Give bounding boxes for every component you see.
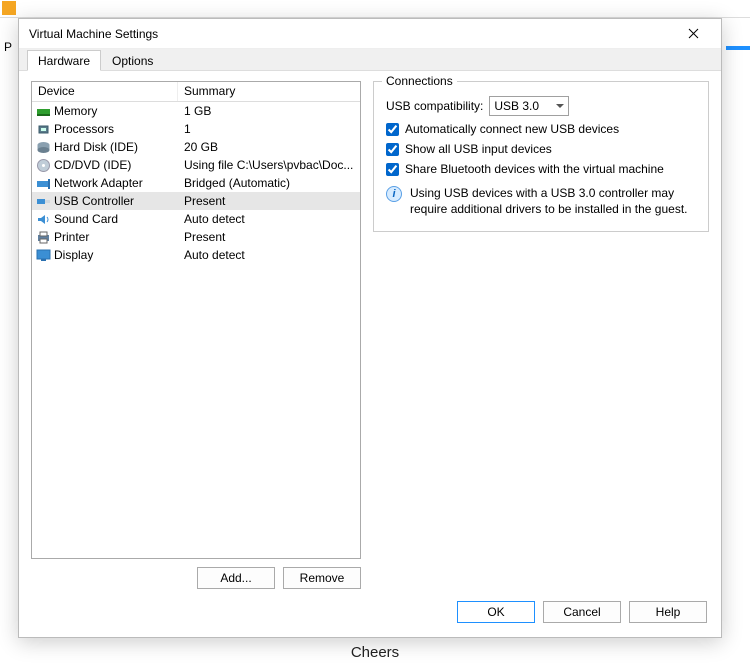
device-name: Display — [54, 248, 93, 262]
parent-left-char: P — [4, 40, 12, 54]
device-row-display[interactable]: Display Auto detect — [32, 246, 360, 264]
left-column: Device Summary Memory 1 GB Processors 1 Hard… — [31, 81, 361, 589]
device-summary: 20 GB — [178, 140, 360, 154]
col-summary: Summary — [178, 82, 360, 101]
chk-auto-connect[interactable]: Automatically connect new USB devices — [386, 122, 696, 136]
connections-title: Connections — [382, 74, 457, 88]
dialog-body: Device Summary Memory 1 GB Processors 1 Hard… — [19, 71, 721, 597]
tabs: Hardware Options — [19, 49, 721, 71]
device-summary: Bridged (Automatic) — [178, 176, 360, 190]
display-icon — [36, 249, 51, 262]
cancel-button[interactable]: Cancel — [543, 601, 621, 623]
tab-hardware[interactable]: Hardware — [27, 50, 101, 71]
close-icon — [688, 28, 699, 39]
vm-settings-dialog: Virtual Machine Settings Hardware Option… — [18, 18, 722, 638]
info-row: i Using USB devices with a USB 3.0 contr… — [386, 186, 696, 217]
device-name: USB Controller — [54, 194, 134, 208]
device-row-usb[interactable]: USB Controller Present — [32, 192, 360, 210]
help-button[interactable]: Help — [629, 601, 707, 623]
right-column: Connections USB compatibility: USB 3.0 A… — [373, 81, 709, 589]
parent-window-titlebar — [0, 0, 750, 18]
device-name: Hard Disk (IDE) — [54, 140, 138, 154]
device-row-cpu[interactable]: Processors 1 — [32, 120, 360, 138]
device-name: CD/DVD (IDE) — [54, 158, 131, 172]
device-row-net[interactable]: Network Adapter Bridged (Automatic) — [32, 174, 360, 192]
info-text: Using USB devices with a USB 3.0 control… — [410, 186, 696, 217]
connections-group: Connections USB compatibility: USB 3.0 A… — [373, 81, 709, 232]
chk-show-usb[interactable]: Show all USB input devices — [386, 142, 696, 156]
device-row-sound[interactable]: Sound Card Auto detect — [32, 210, 360, 228]
parent-window-right — [726, 18, 750, 667]
device-name: Sound Card — [54, 212, 118, 226]
usb-compat-label: USB compatibility: — [386, 99, 483, 113]
device-name: Memory — [54, 104, 97, 118]
col-device: Device — [32, 82, 178, 101]
cd-icon — [36, 159, 51, 172]
device-row-cd[interactable]: CD/DVD (IDE) Using file C:\Users\pvbac\Do… — [32, 156, 360, 174]
dialog-titlebar: Virtual Machine Settings — [19, 19, 721, 49]
device-summary: Present — [178, 230, 360, 244]
remove-button[interactable]: Remove — [283, 567, 361, 589]
chk-auto-connect-input[interactable] — [386, 123, 399, 136]
device-summary: Auto detect — [178, 248, 360, 262]
device-summary: Auto detect — [178, 212, 360, 226]
device-row-memory[interactable]: Memory 1 GB — [32, 102, 360, 120]
device-name: Printer — [54, 230, 89, 244]
chk-auto-connect-label: Automatically connect new USB devices — [405, 122, 619, 136]
device-summary: Using file C:\Users\pvbac\Doc... — [178, 158, 360, 172]
device-row-hdd[interactable]: Hard Disk (IDE) 20 GB — [32, 138, 360, 156]
usb-compat-select-wrap: USB 3.0 — [489, 96, 569, 116]
device-list[interactable]: Device Summary Memory 1 GB Processors 1 Hard… — [31, 81, 361, 559]
dialog-footer: OK Cancel Help — [19, 597, 721, 637]
close-button[interactable] — [673, 20, 713, 48]
device-summary: 1 — [178, 122, 360, 136]
usb-compat-select[interactable]: USB 3.0 — [489, 96, 569, 116]
hdd-icon — [36, 141, 51, 154]
tab-options[interactable]: Options — [101, 50, 164, 70]
device-buttons: Add... Remove — [31, 567, 361, 589]
cpu-icon — [36, 123, 51, 136]
parent-accent-bar — [726, 46, 750, 50]
ok-button[interactable]: OK — [457, 601, 535, 623]
device-row-printer[interactable]: Printer Present — [32, 228, 360, 246]
device-name: Processors — [54, 122, 114, 136]
chk-share-bt-input[interactable] — [386, 163, 399, 176]
sound-icon — [36, 213, 51, 226]
memory-icon — [36, 105, 51, 118]
device-summary: Present — [178, 194, 360, 208]
device-summary: 1 GB — [178, 104, 360, 118]
add-button[interactable]: Add... — [197, 567, 275, 589]
net-icon — [36, 177, 51, 190]
info-icon: i — [386, 186, 402, 202]
device-list-header: Device Summary — [32, 82, 360, 102]
chk-show-usb-label: Show all USB input devices — [405, 142, 552, 156]
chk-share-bt-label: Share Bluetooth devices with the virtual… — [405, 162, 664, 176]
cheers-text: Cheers — [351, 644, 399, 661]
chk-share-bt[interactable]: Share Bluetooth devices with the virtual… — [386, 162, 696, 176]
app-icon — [2, 1, 16, 15]
chk-show-usb-input[interactable] — [386, 143, 399, 156]
usb-icon — [36, 195, 51, 208]
device-name: Network Adapter — [54, 176, 143, 190]
usb-compat-row: USB compatibility: USB 3.0 — [386, 96, 696, 116]
dialog-title: Virtual Machine Settings — [29, 27, 673, 41]
printer-icon — [36, 231, 51, 244]
